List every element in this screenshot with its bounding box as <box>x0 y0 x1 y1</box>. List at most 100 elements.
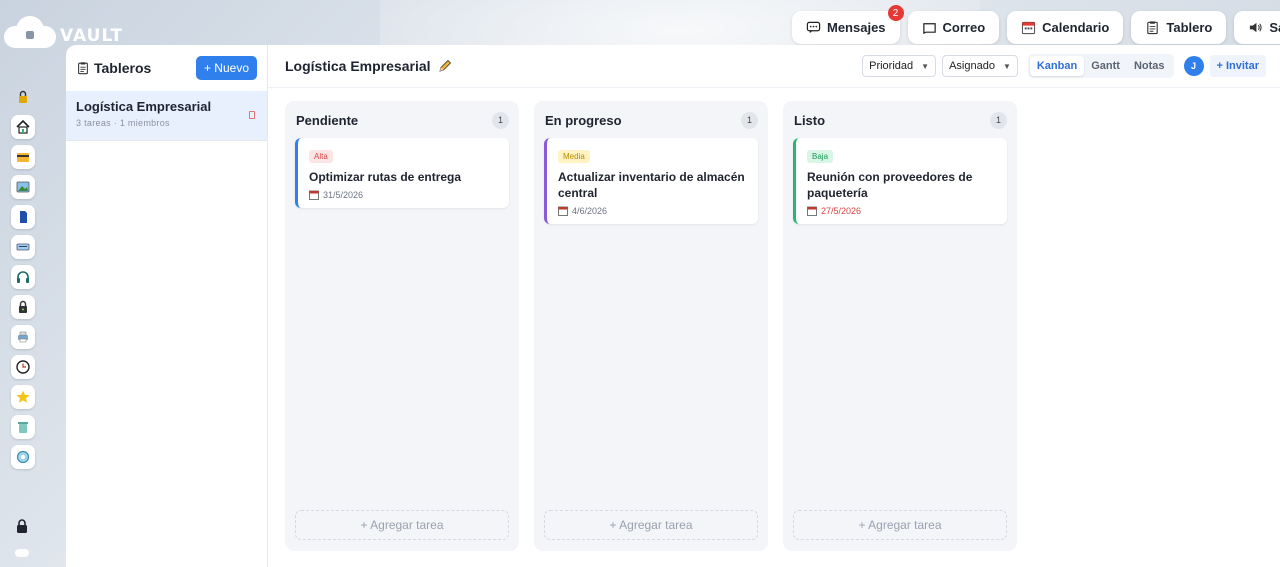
chevron-down-icon: ▼ <box>1002 61 1011 71</box>
column-header: Listo 1 <box>793 111 1007 129</box>
tab-gantt[interactable]: Gantt <box>1084 56 1127 76</box>
clipboard-icon <box>78 62 88 75</box>
settings-icon[interactable] <box>11 445 35 469</box>
kanban-column-en-progreso: En progreso 1 Media Actualizar inventari… <box>534 101 768 551</box>
task-date-text: 4/6/2026 <box>572 206 608 216</box>
assigned-select[interactable]: Asignado ▼ <box>942 55 1018 77</box>
task-card[interactable]: Media Actualizar inventario de almacén c… <box>544 138 758 224</box>
assigned-select-value: Asignado <box>949 60 995 72</box>
clipboard-icon <box>1147 21 1159 35</box>
board-title: Logística Empresarial <box>285 58 453 74</box>
app-logo[interactable]: VAULT <box>4 14 123 48</box>
chat-icon <box>806 21 821 34</box>
nav-correo-label: Correo <box>942 20 986 35</box>
headphones-icon[interactable] <box>11 265 35 289</box>
folder-icon[interactable] <box>11 145 35 169</box>
column-count: 1 <box>492 111 509 129</box>
nav-calendario-label: Calendario <box>1042 20 1110 35</box>
nav-sala-button[interactable]: Sala <box>1234 11 1280 44</box>
column-header: Pendiente 1 <box>295 111 509 129</box>
nav-mensajes-label: Mensajes <box>827 20 886 35</box>
cloud-lock-icon <box>4 14 56 48</box>
nav-mensajes-button[interactable]: Mensajes 2 <box>792 5 904 44</box>
lock-icon[interactable] <box>11 85 35 109</box>
column-title: En progreso <box>545 112 622 128</box>
board-item-name: Logística Empresarial <box>76 99 212 114</box>
board-header: Logística Empresarial Prioridad ▼ Asigna… <box>268 45 1280 88</box>
mail-icon <box>922 23 936 35</box>
task-due-date: 27/5/2026 <box>807 206 997 216</box>
add-task-button[interactable]: + Agregar tarea <box>793 510 1007 540</box>
image-icon[interactable] <box>11 175 35 199</box>
home-icon[interactable] <box>11 115 35 139</box>
rail-bottom <box>14 517 30 557</box>
clock-icon[interactable] <box>11 355 35 379</box>
printer-icon[interactable] <box>11 325 35 349</box>
app-rail <box>8 85 38 475</box>
nav-tablero-label: Tablero <box>1166 20 1213 35</box>
priority-tag: Media <box>558 150 590 163</box>
board-controls: Prioridad ▼ Asignado ▼ Kanban Gantt Nota… <box>862 54 1266 78</box>
tab-kanban[interactable]: Kanban <box>1029 56 1085 76</box>
app-name: VAULT <box>60 26 124 46</box>
star-icon[interactable] <box>11 385 35 409</box>
task-title: Actualizar inventario de almacén central <box>558 170 745 200</box>
add-task-button[interactable]: + Agregar tarea <box>295 510 509 540</box>
nav-tablero-button[interactable]: Tablero <box>1131 11 1227 44</box>
priority-select[interactable]: Prioridad ▼ <box>862 55 937 77</box>
boards-sidebar: Tableros + Nuevo Logística Empresarial 3… <box>66 45 268 567</box>
kanban-board: Pendiente 1 Alta Optimizar rutas de entr… <box>285 101 1017 551</box>
main-panel: Tableros + Nuevo Logística Empresarial 3… <box>66 45 1280 567</box>
column-count: 1 <box>741 111 758 129</box>
status-dot <box>15 549 29 557</box>
notification-badge: 2 <box>887 5 904 21</box>
add-task-button[interactable]: + Agregar tarea <box>544 510 758 540</box>
invite-button[interactable]: + Invitar <box>1209 55 1266 77</box>
calendar-icon <box>1022 21 1036 35</box>
priority-select-value: Prioridad <box>869 60 914 72</box>
nav-sala-label: Sala <box>1269 20 1280 35</box>
board-title-text: Logística Empresarial <box>285 58 431 74</box>
sidebar-item-board[interactable]: Logística Empresarial 3 tareas · 1 miemb… <box>66 91 267 141</box>
padlock-icon[interactable] <box>14 517 30 535</box>
pencil-icon[interactable] <box>437 58 453 74</box>
locked-file-icon[interactable] <box>11 295 35 319</box>
column-count: 1 <box>990 111 1007 129</box>
calendar-icon <box>807 206 817 216</box>
calendar-icon <box>309 190 319 200</box>
new-board-button[interactable]: + Nuevo <box>195 56 257 80</box>
sidebar-title-text: Tableros <box>94 60 152 76</box>
task-card[interactable]: Baja Reunión con proveedores de paqueter… <box>793 138 1007 224</box>
task-title: Optimizar rutas de entrega <box>309 170 462 184</box>
tab-notas[interactable]: Notas <box>1127 56 1172 76</box>
column-title: Pendiente <box>296 112 359 128</box>
column-header: En progreso 1 <box>544 111 758 129</box>
kanban-column-listo: Listo 1 Baja Reunión con proveedores de … <box>783 101 1017 551</box>
speaker-icon <box>1250 22 1262 33</box>
top-nav: Mensajes 2 Correo Calendario Tablero Sal… <box>792 5 1280 44</box>
calendar-icon <box>558 206 568 216</box>
sidebar-header: Tableros + Nuevo <box>66 45 267 91</box>
priority-tag: Alta <box>309 150 333 163</box>
board-content: Logística Empresarial Prioridad ▼ Asigna… <box>268 45 1280 567</box>
nav-calendario-button[interactable]: Calendario <box>1007 11 1124 44</box>
task-date-text: 27/5/2026 <box>821 206 862 216</box>
task-date-text: 31/5/2026 <box>323 190 364 200</box>
keyboard-icon[interactable] <box>11 235 35 259</box>
view-tabs: Kanban Gantt Notas <box>1027 54 1174 78</box>
nav-correo-button[interactable]: Correo <box>907 11 1000 44</box>
chevron-down-icon: ▼ <box>921 61 930 71</box>
kanban-column-pendiente: Pendiente 1 Alta Optimizar rutas de entr… <box>285 101 519 551</box>
board-item-meta: 3 tareas · 1 miembros <box>76 118 170 128</box>
task-due-date: 31/5/2026 <box>309 190 499 200</box>
document-icon[interactable] <box>11 205 35 229</box>
task-due-date: 4/6/2026 <box>558 206 748 216</box>
avatar[interactable]: J <box>1183 56 1204 76</box>
sidebar-title: Tableros <box>76 60 151 76</box>
task-title: Reunión con proveedores de paquetería <box>807 170 973 200</box>
task-card[interactable]: Alta Optimizar rutas de entrega 31/5/202… <box>295 138 509 208</box>
column-title: Listo <box>794 112 826 128</box>
delete-board-icon[interactable] <box>249 111 255 119</box>
trash-icon[interactable] <box>11 415 35 439</box>
priority-tag: Baja <box>807 150 834 163</box>
